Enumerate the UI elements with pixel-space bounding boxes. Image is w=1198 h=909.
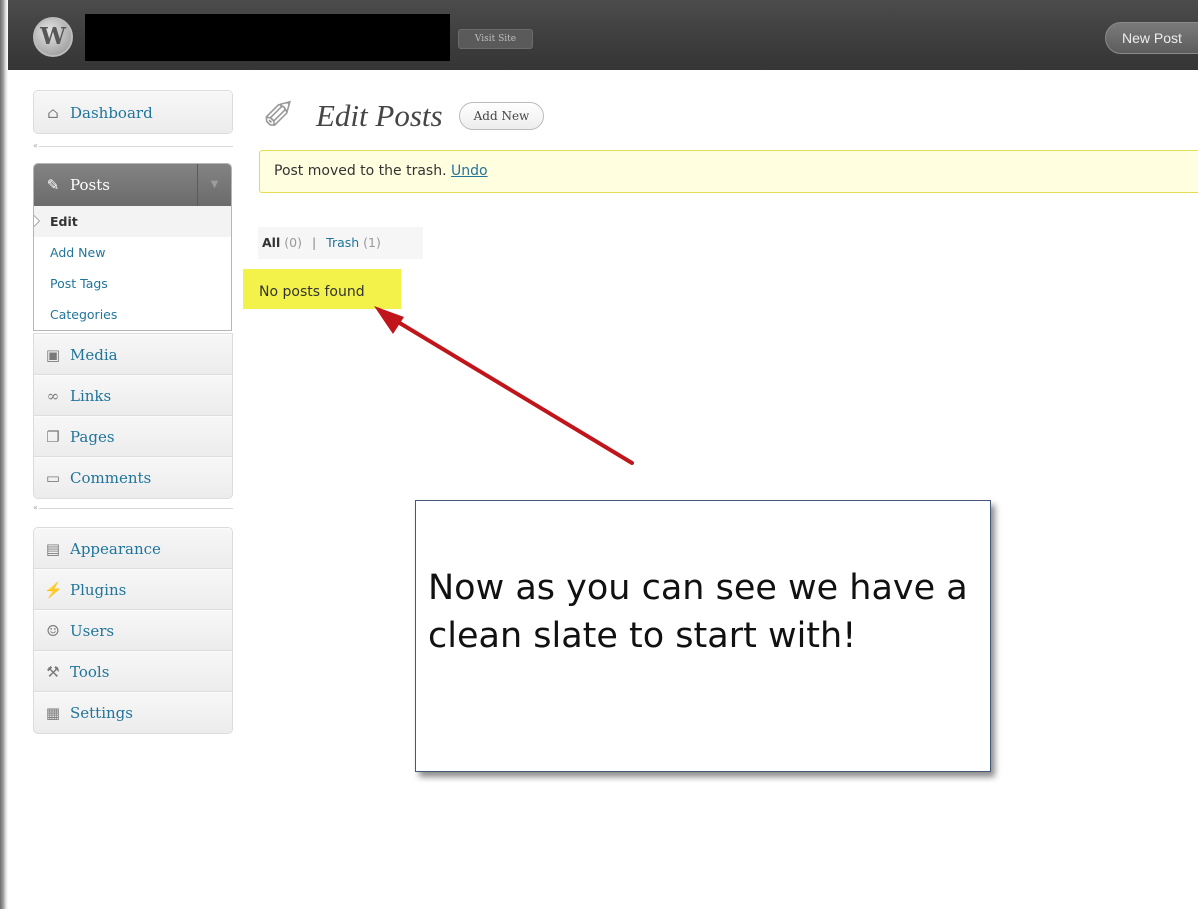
sidebar-item-label: Posts [70, 176, 110, 194]
sidebar-item-comments[interactable]: ▭ Comments [34, 457, 232, 498]
submenu-item-post-tags[interactable]: Post Tags [34, 268, 231, 299]
sidebar-item-tools[interactable]: ⚒ Tools [34, 651, 232, 692]
collapse-arrow-icon: « [33, 141, 38, 150]
undo-link[interactable]: Undo [451, 163, 488, 179]
site-name-redacted [85, 14, 450, 61]
submenu-toggle-icon[interactable]: ▼ [197, 164, 231, 206]
sidebar-item-label: Users [70, 621, 115, 640]
sidebar-item-label: Pages [70, 427, 115, 446]
new-post-button[interactable]: New Post [1105, 22, 1198, 54]
notice-text: Post moved to the trash. [274, 163, 447, 179]
filter-all-link[interactable]: All [262, 235, 280, 250]
sidebar-item-label: Comments [70, 469, 152, 487]
settings-icon: ▦ [45, 704, 61, 722]
add-new-button[interactable]: Add New [458, 102, 545, 130]
menu-group-dashboard: ⌂ Dashboard [33, 90, 233, 134]
submenu-item-categories[interactable]: Categories [34, 299, 231, 330]
annotation-callout: Now as you can see we have a clean slate… [415, 500, 991, 772]
visit-site-button[interactable]: Visit Site [458, 29, 533, 49]
sidebar-item-label: Dashboard [70, 103, 153, 122]
sidebar-item-label: Plugins [70, 580, 127, 599]
sidebar-item-label: Links [70, 386, 112, 405]
sidebar-item-settings[interactable]: ▦ Settings [34, 692, 232, 733]
submenu-item-add-new[interactable]: Add New [34, 237, 231, 268]
page-title: Edit Posts [316, 98, 443, 133]
sidebar-item-users[interactable]: ☺ Users [34, 610, 232, 651]
sidebar-item-links[interactable]: ∞ Links [34, 375, 232, 416]
no-posts-message: No posts found [243, 269, 401, 309]
pin-icon: ✎ [46, 176, 60, 194]
sidebar-item-dashboard[interactable]: ⌂ Dashboard [34, 91, 232, 133]
sidebar-item-posts[interactable]: ✎ Posts ▼ [34, 164, 231, 206]
filter-trash-count: (1) [363, 235, 381, 250]
plugin-icon: ⚡ [44, 580, 63, 599]
sidebar-item-plugins[interactable]: ⚡ Plugins [34, 569, 232, 610]
menu-group-content: ▣ Media ∞ Links ❐ Pages ▭ Comments [33, 333, 233, 499]
filter-separator: | [311, 235, 317, 250]
sidebar-item-appearance[interactable]: ▤ Appearance [34, 528, 232, 569]
sidebar-item-media[interactable]: ▣ Media [34, 334, 232, 375]
page-heading: ✐ Edit Posts Add New [262, 90, 545, 142]
comments-icon: ▭ [45, 469, 61, 487]
menu-separator[interactable]: « [33, 503, 233, 515]
sidebar-item-label: Appearance [70, 539, 161, 558]
home-icon: ⌂ [47, 103, 59, 122]
menu-group-posts: ✎ Posts ▼ Edit Add New Post Tags Categor… [33, 163, 232, 331]
filter-all-count: (0) [284, 235, 302, 250]
window-left-edge [0, 0, 8, 909]
admin-header: W Visit Site New Post [8, 0, 1198, 70]
sidebar-item-pages[interactable]: ❐ Pages [34, 416, 232, 457]
wordpress-logo-icon[interactable]: W [33, 17, 73, 57]
filter-trash-link[interactable]: Trash [326, 235, 359, 250]
submenu-item-edit[interactable]: Edit [34, 206, 231, 237]
pages-icon: ❐ [46, 427, 60, 446]
post-status-filters: All (0) | Trash (1) [258, 227, 423, 259]
sidebar-item-label: Settings [70, 704, 133, 722]
users-icon: ☺ [46, 621, 60, 640]
appearance-icon: ▤ [45, 539, 61, 558]
sidebar-item-label: Tools [70, 662, 110, 681]
media-icon: ▣ [45, 345, 61, 364]
collapse-arrow-icon: « [33, 503, 38, 512]
sidebar-item-label: Media [70, 345, 118, 364]
tools-icon: ⚒ [46, 662, 60, 681]
trash-notice: Post moved to the trash. Undo [259, 150, 1198, 193]
menu-group-admin: ▤ Appearance ⚡ Plugins ☺ Users ⚒ Tools ▦… [33, 527, 233, 734]
link-icon: ∞ [46, 386, 60, 405]
pushpin-icon: ✐ [262, 93, 296, 139]
menu-separator[interactable]: « [33, 141, 233, 153]
